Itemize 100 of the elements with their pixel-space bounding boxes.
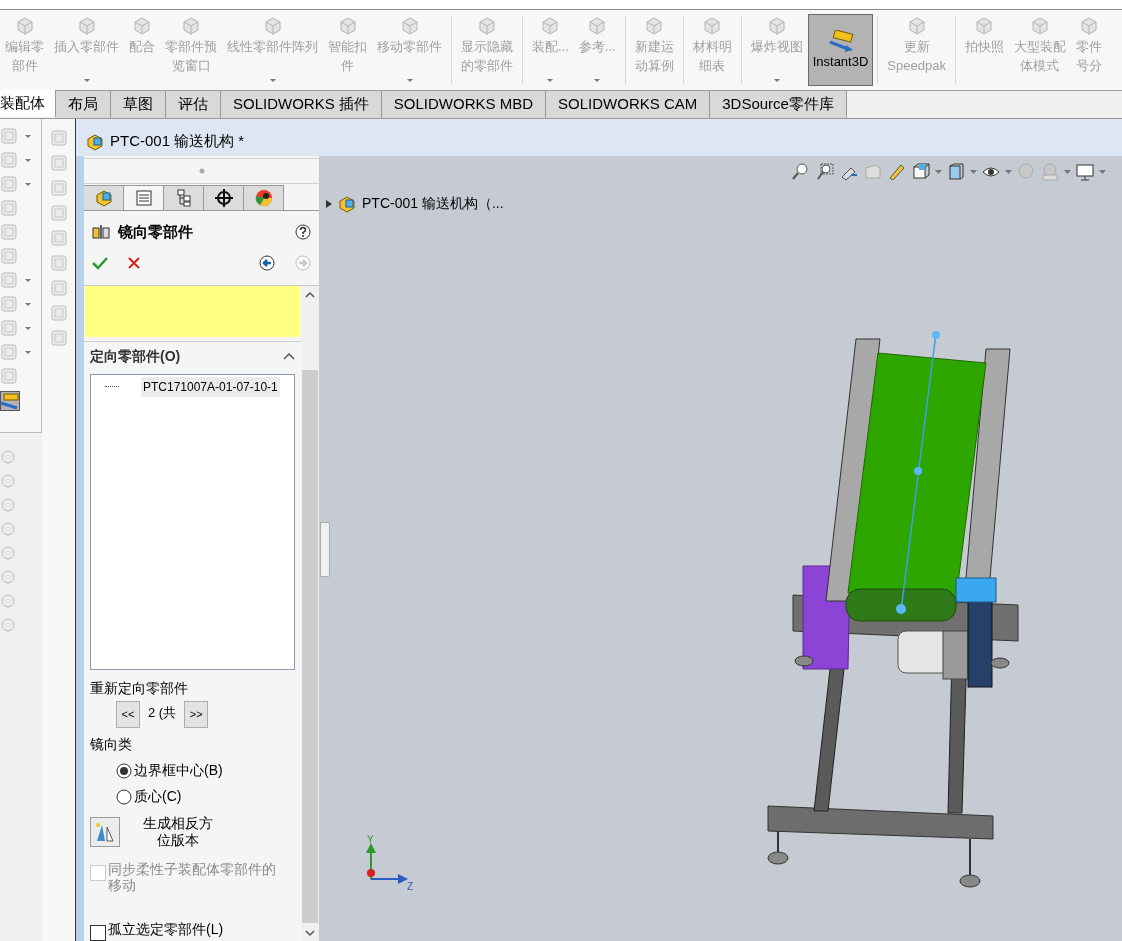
tool-icon[interactable]: [0, 271, 18, 289]
checkmark-icon[interactable]: [92, 256, 108, 270]
axis-label: Y: [367, 834, 374, 845]
caret-icon[interactable]: [1064, 170, 1071, 174]
button-label: Instant3D: [812, 52, 869, 71]
caret-icon: [772, 78, 781, 83]
next-button[interactable]: >>: [184, 701, 209, 728]
back-arrow-icon[interactable]: [259, 255, 275, 271]
collapse-handle[interactable]: [320, 522, 330, 577]
cube-icon[interactable]: [911, 162, 931, 182]
tool-icon[interactable]: [49, 129, 68, 147]
close-icon[interactable]: [128, 257, 140, 269]
ruler-icon[interactable]: [0, 391, 20, 411]
expand-arrow-icon[interactable]: [326, 199, 332, 208]
caret-icon: [24, 349, 32, 355]
button-label: 体模式: [1020, 57, 1060, 75]
tool-icon[interactable]: [49, 229, 68, 247]
ribbon-button[interactable]: Instant3D: [807, 14, 874, 86]
caret-icon[interactable]: [1099, 170, 1106, 174]
scrollbar-thumb[interactable]: [302, 370, 318, 923]
button-label: 配合: [129, 38, 155, 56]
tool-icon[interactable]: [49, 329, 68, 347]
tool-icon[interactable]: [49, 279, 68, 297]
radio-button[interactable]: [116, 762, 132, 779]
tool-icon[interactable]: [0, 151, 18, 169]
button-label: 插入零部件: [54, 38, 119, 56]
assembly-icon: [86, 132, 104, 151]
document-title: PTC-001 输送机构 *: [110, 131, 245, 152]
previous-button[interactable]: <<: [116, 701, 140, 728]
tool-icon[interactable]: [49, 204, 68, 222]
tool-icon[interactable]: [0, 497, 16, 513]
sphere-icon[interactable]: [1040, 162, 1060, 182]
tool-icon[interactable]: [0, 617, 16, 633]
ribbon-tab[interactable]: 草图: [111, 91, 166, 118]
checkbox-label: 孤立选定零部件(L): [108, 921, 225, 937]
caret-icon: [82, 78, 91, 83]
tool-icon[interactable]: [0, 569, 16, 585]
caret-icon[interactable]: [1005, 170, 1012, 174]
tool-icon[interactable]: [0, 127, 18, 145]
flip-button[interactable]: [90, 817, 120, 847]
pencil-icon[interactable]: [887, 162, 907, 182]
cube-icon[interactable]: [946, 162, 966, 182]
sphere-icon[interactable]: [1016, 162, 1036, 182]
field-label: 镜向类: [89, 735, 133, 754]
tool-icon[interactable]: [0, 473, 16, 489]
ribbon-tab[interactable]: 装配体: [0, 90, 56, 117]
panel-tab[interactable]: [204, 185, 244, 210]
ribbon-tab[interactable]: 布局: [56, 91, 111, 118]
tool-icon[interactable]: [49, 154, 68, 172]
color-ball-icon: [253, 188, 274, 208]
tool-icon[interactable]: [0, 175, 18, 193]
tool-icon[interactable]: [0, 223, 18, 241]
caret-icon: [268, 78, 277, 83]
button-label: 装配...: [532, 38, 569, 56]
radio-button[interactable]: [116, 788, 132, 805]
tool-icon[interactable]: [0, 199, 18, 217]
tool-icon[interactable]: [0, 545, 16, 561]
panel-tab[interactable]: [244, 185, 284, 210]
tool-icon[interactable]: [0, 593, 16, 609]
tool-icon[interactable]: [0, 343, 18, 361]
tool-icon[interactable]: [0, 449, 16, 465]
tree-item[interactable]: PTC-001 输送机构（...: [362, 193, 504, 214]
button-label: 智能扣: [328, 38, 367, 56]
button-label: 的零部件: [461, 57, 513, 75]
tool-icon[interactable]: [0, 367, 18, 385]
button-label: 移动零部件: [377, 38, 442, 56]
monitor-icon[interactable]: [1075, 162, 1095, 182]
cube-icon: [476, 15, 498, 37]
button-label: 更新: [903, 38, 930, 56]
help-icon[interactable]: [295, 224, 311, 240]
ribbon-tab[interactable]: 3DSource零件库: [710, 91, 847, 118]
ribbon-tab[interactable]: SOLIDWORKS MBD: [381, 91, 547, 118]
list-item[interactable]: PTC171007A-01-07-10-1: [141, 376, 280, 397]
button-label: 零件: [1075, 38, 1102, 56]
tool-icon[interactable]: [0, 295, 18, 313]
drag-handle-icon[interactable]: [198, 168, 205, 174]
cube-icon: [131, 15, 153, 37]
button-label: 材料明: [692, 38, 732, 56]
tool-icon[interactable]: [49, 254, 68, 272]
caret-icon: [24, 133, 32, 139]
ribbon-tab[interactable]: SOLIDWORKS 插件: [221, 91, 382, 118]
caret-icon[interactable]: [935, 170, 942, 174]
ribbon-tab[interactable]: SOLIDWORKS CAM: [546, 91, 711, 118]
list-box[interactable]: PTC171007A-01-07-10-1: [90, 373, 295, 670]
caret-icon: [24, 301, 32, 307]
button-label: 动算例: [634, 57, 674, 75]
axis-triad-icon: [366, 843, 408, 884]
count-text: 2 (共: [148, 704, 177, 722]
caret-icon[interactable]: [970, 170, 977, 174]
tool-icon[interactable]: [0, 521, 16, 537]
tool-icon[interactable]: [0, 319, 18, 337]
collapse-caret-icon[interactable]: [283, 352, 295, 361]
tool-icon[interactable]: [49, 179, 68, 197]
tool-icon[interactable]: [49, 304, 68, 322]
ribbon-tab[interactable]: 评估: [166, 91, 221, 118]
magnifier-icon[interactable]: [791, 162, 811, 182]
tool-icon[interactable]: [0, 247, 18, 265]
magnifier-icon[interactable]: [815, 162, 835, 182]
button-caption: 生成相反方位版本: [142, 815, 214, 849]
checkbox[interactable]: [90, 925, 106, 941]
